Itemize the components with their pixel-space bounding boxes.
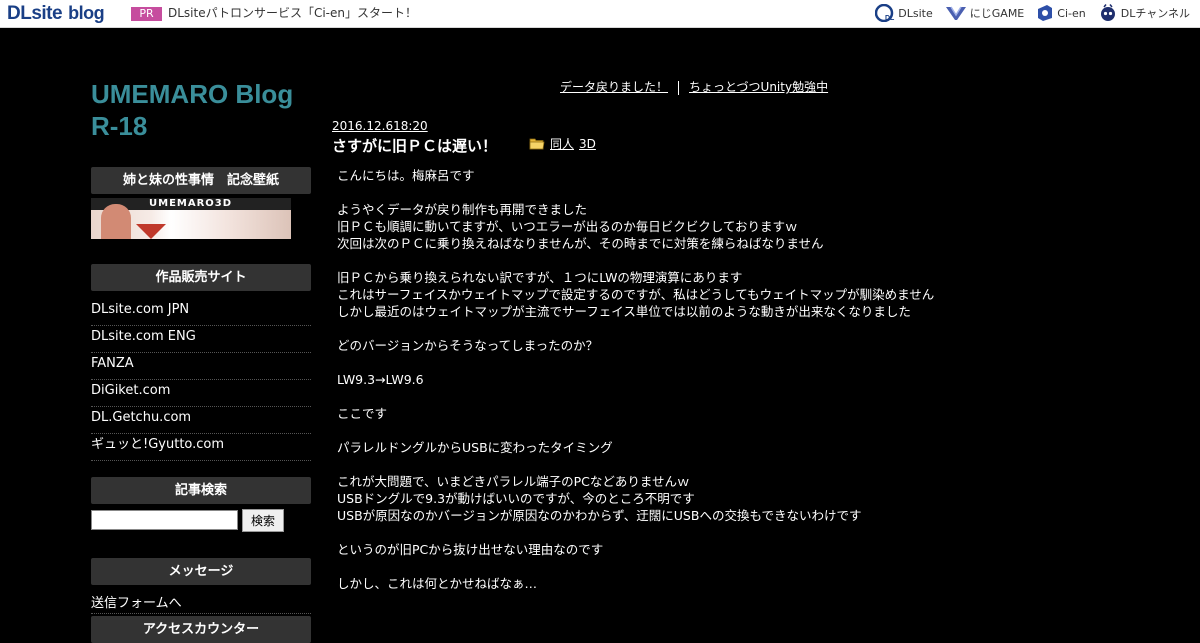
- category-link[interactable]: 3D: [579, 137, 596, 151]
- body-line: [337, 456, 1057, 473]
- entry-body: こんにちは。梅麻呂です ようやくデータが戻り制作も再開できました 旧ＰＣも順調に…: [337, 167, 1057, 592]
- dlsite-icon: DL: [875, 4, 895, 22]
- blog-title[interactable]: UMEMARO Blog R-18: [91, 78, 311, 142]
- body-line: ようやくデータが戻り制作も再開できました: [337, 202, 588, 217]
- cien-icon: [1038, 5, 1053, 21]
- toplink-label: DLsite: [898, 6, 933, 20]
- body-line: 旧ＰＣも順調に動いてますが、いつエラーが出るのか毎日ビクビクしておりますｗ: [337, 219, 798, 234]
- sales-heading: 作品販売サイト: [91, 264, 311, 291]
- body-line: LW9.3→LW9.6: [337, 372, 424, 387]
- body-line: USBドングルで9.3が動けばいいのですが、今のところ不明です: [337, 491, 695, 506]
- folder-icon: [529, 138, 545, 150]
- sales-link-digiket[interactable]: DiGiket.com: [91, 381, 311, 407]
- pr-link[interactable]: DLsiteパトロンサービス「Ci-en」スタート！: [168, 6, 417, 20]
- entry-pager: データ戻りました！ ちょっとづつUnity勉強中: [560, 78, 828, 95]
- banner-ribbon: [136, 224, 166, 239]
- dlsite-blog-logo[interactable]: DLsite blog: [7, 3, 105, 24]
- nijigame-icon: [945, 6, 966, 20]
- body-line: というのが旧PCから抜け出せない理由なのです: [337, 542, 604, 557]
- body-line: [337, 558, 1057, 575]
- blog-title-line2: R-18: [91, 111, 148, 141]
- wallpaper-banner[interactable]: UMEMARO3D: [91, 198, 291, 239]
- entry-date[interactable]: 2016.12.618:20: [332, 119, 428, 133]
- toplink-dlchannel[interactable]: DLチャンネル: [1098, 4, 1190, 22]
- svg-text:DL: DL: [885, 15, 895, 22]
- body-line: 旧ＰＣから乗り換えられない訳ですが、１つにLWの物理演算にあります: [337, 270, 743, 285]
- sales-links: DLsite.com JPN DLsite.com ENG FANZA DiGi…: [91, 300, 311, 462]
- body-line: しかし最近のはウェイトマップが主流でサーフェイス単位では以前のような動きが出来な…: [337, 304, 911, 319]
- body-line: [337, 422, 1057, 439]
- body-line: [337, 524, 1057, 541]
- dlchannel-icon: [1100, 4, 1115, 21]
- toplink-dlsite[interactable]: DL DLsite: [875, 4, 933, 22]
- banner-text: UMEMARO3D: [149, 198, 233, 209]
- banner-figure: [101, 204, 131, 239]
- pr-badge: PR: [131, 7, 162, 21]
- top-links: DL DLsite にじGAME Ci-en DLチャンネル: [863, 3, 1190, 23]
- pager-divider: [678, 80, 680, 95]
- entry-title[interactable]: さすがに旧ＰＣは遅い！: [332, 136, 497, 156]
- sales-link-gyutto[interactable]: ギュッと!Gyutto.com: [91, 435, 311, 461]
- body-line: ここです: [337, 406, 388, 421]
- toplink-label: にじGAME: [969, 7, 1025, 20]
- blog-title-line1: UMEMARO Blog: [91, 79, 294, 109]
- body-line: [337, 354, 1057, 371]
- toplink-label: DLチャンネル: [1120, 7, 1190, 20]
- category-link[interactable]: 同人: [550, 135, 574, 152]
- toplink-label: Ci-en: [1057, 6, 1086, 20]
- body-line: [337, 320, 1057, 337]
- logo-sub: blog: [68, 3, 105, 23]
- body-line: USBが原因なのかバージョンが原因なのかわからず、迂闊にUSBへの交換もできない…: [337, 508, 862, 523]
- top-bar: DLsite blog PR DLsiteパトロンサービス「Ci-en」スタート！…: [0, 0, 1200, 28]
- sales-link-getchu[interactable]: DL.Getchu.com: [91, 408, 311, 434]
- divider: [91, 613, 311, 614]
- toplink-cien[interactable]: Ci-en: [1036, 4, 1086, 22]
- wallpaper-heading: 姉と妹の性事情 記念壁紙: [91, 167, 311, 194]
- body-line: [337, 184, 1057, 201]
- body-line: こんにちは。梅麻呂です: [337, 168, 475, 183]
- search-heading: 記事検索: [91, 477, 311, 504]
- entry-categories: 同人 3D: [529, 135, 596, 152]
- body-line: [337, 252, 1057, 269]
- body-line: これが大問題で、いまどきパラレル端子のPCなどありませんｗ: [337, 474, 690, 489]
- body-line: パラレルドングルからUSBに変わったタイミング: [337, 440, 613, 455]
- body-line: 次回は次のＰＣに乗り換えねばなりませんが、その時までに対策を練らねばなりません: [337, 236, 824, 251]
- sales-link-dlsite-jpn[interactable]: DLsite.com JPN: [91, 300, 311, 326]
- body-line: これはサーフェイスかウェイトマップで設定するのですが、私はどうしてもウェイトマッ…: [337, 287, 935, 302]
- prev-entry-link[interactable]: データ戻りました！: [560, 80, 668, 94]
- message-heading: メッセージ: [91, 558, 311, 585]
- search-button[interactable]: 検索: [242, 509, 284, 532]
- body-line: どのバージョンからそうなってしまったのか？: [337, 338, 599, 353]
- search-input[interactable]: [91, 510, 238, 530]
- next-entry-link[interactable]: ちょっとづつUnity勉強中: [689, 80, 828, 94]
- body-line: [337, 388, 1057, 405]
- logo-main: DLsite: [7, 3, 63, 24]
- sales-link-fanza[interactable]: FANZA: [91, 354, 311, 380]
- sales-link-dlsite-eng[interactable]: DLsite.com ENG: [91, 327, 311, 353]
- toplink-nijigame[interactable]: にじGAME: [945, 5, 1025, 21]
- body-line: しかし、これは何とかせねばなぁ…: [337, 576, 538, 591]
- message-form-link[interactable]: 送信フォームへ: [91, 595, 182, 613]
